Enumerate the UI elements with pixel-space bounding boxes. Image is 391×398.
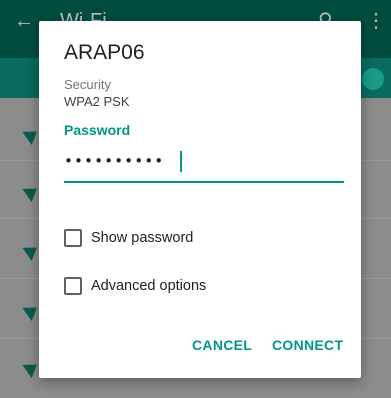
security-label: Security: [64, 77, 111, 92]
show-password-checkbox[interactable]: [64, 229, 82, 247]
advanced-options-checkbox[interactable]: [64, 277, 82, 295]
dialog-actions: CANCEL CONNECT: [39, 337, 361, 357]
connect-button[interactable]: CONNECT: [272, 337, 343, 353]
advanced-options-checkbox-row[interactable]: Advanced options: [64, 275, 284, 297]
more-vert-icon[interactable]: ⋮: [366, 8, 386, 33]
show-password-label: Show password: [91, 230, 194, 246]
security-value: WPA2 PSK: [64, 94, 130, 109]
text-cursor: [180, 151, 182, 172]
password-input[interactable]: ••••••••••: [64, 147, 344, 183]
advanced-options-label: Advanced options: [91, 278, 207, 294]
password-label: Password: [64, 122, 131, 138]
arrow-back-icon[interactable]: ←: [14, 10, 34, 33]
network-name: ARAP06: [64, 41, 145, 64]
wifi-connect-dialog: ARAP06 Security WPA2 PSK Password ••••••…: [39, 21, 361, 378]
cancel-button[interactable]: CANCEL: [192, 337, 252, 353]
password-value: ••••••••••: [64, 152, 165, 170]
password-underline: [64, 181, 344, 183]
show-password-checkbox-row[interactable]: Show password: [64, 227, 284, 249]
wifi-toggle-switch[interactable]: [362, 68, 384, 90]
